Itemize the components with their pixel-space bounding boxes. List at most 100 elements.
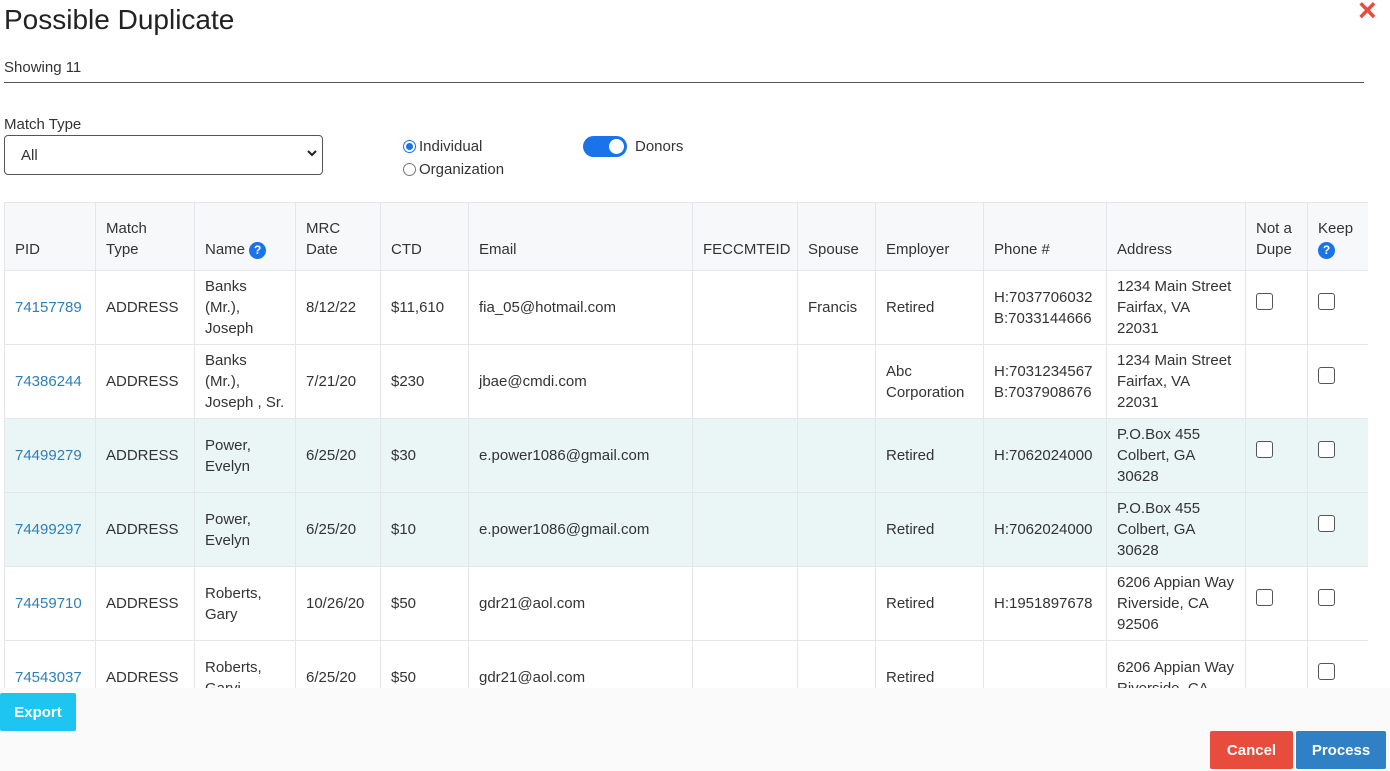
cell-mrc-date: 8/12/22 bbox=[295, 270, 381, 345]
col-keep-label: Keep bbox=[1318, 220, 1354, 237]
col-feccmteid[interactable]: FECCMTEID bbox=[692, 202, 798, 271]
cell-ctd: $230 bbox=[380, 344, 469, 419]
col-ctd[interactable]: CTD bbox=[380, 202, 469, 271]
radio-individual[interactable]: Individual bbox=[403, 138, 482, 155]
pid-link[interactable]: 74459710 bbox=[15, 595, 82, 612]
cell-name: Banks (Mr.), Joseph bbox=[194, 270, 296, 345]
cancel-button[interactable]: Cancel bbox=[1210, 731, 1293, 769]
cell-keep bbox=[1307, 566, 1368, 641]
match-type-select[interactable]: All bbox=[4, 135, 323, 175]
col-keep[interactable]: Keep? bbox=[1307, 202, 1368, 271]
col-email[interactable]: Email bbox=[468, 202, 693, 271]
cell-phone: H:7062024000 bbox=[983, 492, 1107, 567]
cell-address: 6206 Appian Way Riverside, CA bbox=[1106, 640, 1246, 688]
cell-employer: Retired bbox=[875, 270, 984, 345]
export-button[interactable]: Export bbox=[0, 693, 76, 731]
pid-link[interactable]: 74499297 bbox=[15, 521, 82, 538]
cell-not-a-dupe bbox=[1245, 344, 1308, 419]
pid-link[interactable]: 74386244 bbox=[15, 373, 82, 390]
col-name-label: Name bbox=[205, 241, 246, 258]
cell-spouse bbox=[797, 566, 876, 641]
cell-mrc-date: 6/25/20 bbox=[295, 418, 381, 493]
cell-email: e.power1086@gmail.com bbox=[468, 492, 693, 567]
cell-feccmteid bbox=[692, 640, 798, 688]
keep-checkbox[interactable] bbox=[1318, 589, 1335, 606]
cell-match-type: ADDRESS bbox=[95, 566, 195, 641]
cell-match-type: ADDRESS bbox=[95, 270, 195, 345]
cell-mrc-date: 6/25/20 bbox=[295, 640, 381, 688]
cell-keep bbox=[1307, 344, 1368, 419]
cell-pid: 74386244 bbox=[4, 344, 96, 419]
pid-link[interactable]: 74157789 bbox=[15, 299, 82, 316]
footer-bar bbox=[0, 688, 1390, 771]
col-phone[interactable]: Phone # bbox=[983, 202, 1107, 271]
table-row: 74499297 ADDRESS Power, Evelyn 6/25/20 $10 e.… bbox=[4, 492, 1368, 567]
keep-checkbox[interactable] bbox=[1318, 663, 1335, 680]
pid-link[interactable]: 74499279 bbox=[15, 447, 82, 464]
dialog-title: Possible Duplicate bbox=[4, 4, 235, 35]
cell-not-a-dupe bbox=[1245, 418, 1308, 493]
col-not-a-dupe[interactable]: Not a Dupe bbox=[1245, 202, 1308, 271]
keep-checkbox[interactable] bbox=[1318, 367, 1335, 384]
col-spouse[interactable]: Spouse bbox=[797, 202, 876, 271]
radio-organization[interactable]: Organization bbox=[403, 161, 504, 178]
not-a-dupe-checkbox[interactable] bbox=[1256, 293, 1273, 310]
cell-employer: Retired bbox=[875, 640, 984, 688]
not-a-dupe-checkbox[interactable] bbox=[1256, 589, 1273, 606]
donors-toggle-label: Donors bbox=[635, 138, 684, 155]
cell-not-a-dupe bbox=[1245, 640, 1308, 688]
chevron-down-icon bbox=[306, 147, 318, 162]
cell-mrc-date: 10/26/20 bbox=[295, 566, 381, 641]
cell-spouse: Francis bbox=[797, 270, 876, 345]
cell-phone: H:7031234567 B:7037908676 bbox=[983, 344, 1107, 419]
cell-spouse bbox=[797, 492, 876, 567]
cell-email: gdr21@aol.com bbox=[468, 640, 693, 688]
col-pid[interactable]: PID bbox=[4, 202, 96, 271]
cell-pid: 74157789 bbox=[4, 270, 96, 345]
help-icon[interactable]: ? bbox=[249, 241, 267, 259]
table-row: 74543037 ADDRESS Roberts, Garyi 6/25/20 $50 g… bbox=[4, 640, 1368, 688]
cell-not-a-dupe bbox=[1245, 566, 1308, 641]
col-mrc-date[interactable]: MRC Date bbox=[295, 202, 381, 271]
keep-checkbox[interactable] bbox=[1318, 441, 1335, 458]
table-row: 74459710 ADDRESS Roberts, Gary 10/26/20 $50 g… bbox=[4, 566, 1368, 641]
radio-organization-circle[interactable] bbox=[403, 163, 416, 176]
cell-address: P.O.Box 455 Colbert, GA 30628 bbox=[1106, 418, 1246, 493]
donors-toggle[interactable] bbox=[583, 136, 627, 157]
cell-match-type: ADDRESS bbox=[95, 344, 195, 419]
cell-ctd: $50 bbox=[380, 640, 469, 688]
col-address[interactable]: Address bbox=[1106, 202, 1246, 271]
not-a-dupe-checkbox[interactable] bbox=[1256, 441, 1273, 458]
cell-phone bbox=[983, 640, 1107, 688]
cell-not-a-dupe bbox=[1245, 270, 1308, 345]
cell-name: Power, Evelyn bbox=[194, 492, 296, 567]
keep-checkbox[interactable] bbox=[1318, 515, 1335, 532]
cell-name: Power, Evelyn bbox=[194, 418, 296, 493]
cell-address: 1234 Main Street Fairfax, VA 22031 bbox=[1106, 270, 1246, 345]
table-row: 74157789 ADDRESS Banks (Mr.), Joseph 8/12/2… bbox=[4, 270, 1368, 345]
cell-address: 1234 Main Street Fairfax, VA 22031 bbox=[1106, 344, 1246, 419]
toggle-knob bbox=[609, 139, 624, 154]
col-match-type[interactable]: Match Type bbox=[95, 202, 195, 271]
cell-email: gdr21@aol.com bbox=[468, 566, 693, 641]
cell-pid: 74459710 bbox=[4, 566, 96, 641]
close-icon[interactable]: × bbox=[1358, 0, 1377, 28]
cell-ctd: $30 bbox=[380, 418, 469, 493]
cell-mrc-date: 7/21/20 bbox=[295, 344, 381, 419]
cell-employer: Abc Corporation bbox=[875, 344, 984, 419]
radio-individual-circle[interactable] bbox=[403, 140, 416, 153]
divider bbox=[4, 82, 1364, 83]
help-icon[interactable]: ? bbox=[1318, 241, 1335, 259]
col-name[interactable]: Name ? bbox=[194, 202, 296, 271]
cell-employer: Retired bbox=[875, 418, 984, 493]
cell-address: P.O.Box 455 Colbert, GA 30628 bbox=[1106, 492, 1246, 567]
cell-feccmteid bbox=[692, 270, 798, 345]
cell-employer: Retired bbox=[875, 492, 984, 567]
process-button[interactable]: Process bbox=[1296, 731, 1386, 769]
cell-phone: H:1951897678 bbox=[983, 566, 1107, 641]
keep-checkbox[interactable] bbox=[1318, 293, 1335, 310]
pid-link[interactable]: 74543037 bbox=[15, 669, 82, 686]
col-employer[interactable]: Employer bbox=[875, 202, 984, 271]
cell-mrc-date: 6/25/20 bbox=[295, 492, 381, 567]
cell-ctd: $50 bbox=[380, 566, 469, 641]
